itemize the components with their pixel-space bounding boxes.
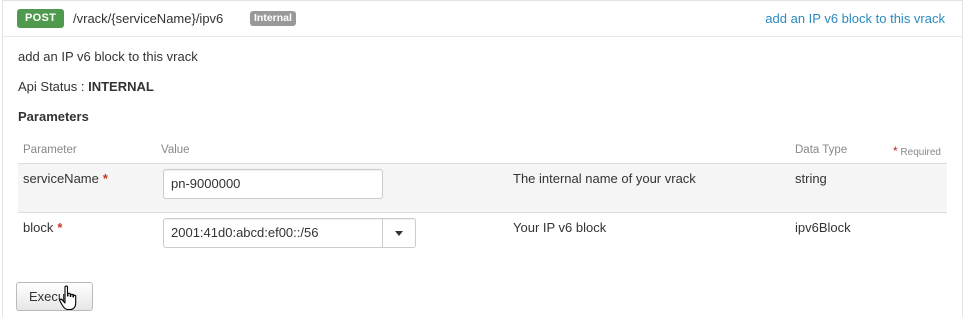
parameter-name-label: serviceName	[23, 171, 99, 186]
parameter-name-label: block	[23, 220, 54, 235]
operation-summary-link[interactable]: add an IP v6 block to this vrack	[765, 10, 945, 27]
parameter-name: block *	[23, 220, 62, 236]
operation-description: add an IP v6 block to this vrack	[18, 49, 198, 64]
parameter-description: The internal name of your vrack	[513, 171, 696, 186]
required-star: *	[57, 220, 63, 235]
required-legend: * Required	[893, 144, 941, 158]
caret-down-icon	[395, 231, 403, 236]
parameters-table-header: Parameter Value Data Type * Required	[18, 139, 947, 164]
http-method-badge: POST	[17, 9, 65, 28]
parameter-data-type: string	[795, 171, 827, 186]
api-operation-panel: POST /vrack/{serviceName}/ipv6 Internal …	[2, 0, 963, 317]
operation-heading[interactable]: POST /vrack/{serviceName}/ipv6 Internal …	[3, 1, 962, 37]
block-select-value: 2001:41d0:abcd:ef00::/56	[171, 225, 319, 240]
parameters-title: Parameters	[18, 109, 89, 124]
endpoint-path[interactable]: /vrack/{serviceName}/ipv6	[73, 10, 223, 27]
parameter-data-type: ipv6Block	[795, 220, 851, 235]
api-status: Api Status : INTERNAL	[18, 78, 154, 95]
required-legend-label: Required	[900, 147, 941, 158]
hand-pointer-icon	[59, 285, 77, 311]
required-star: *	[102, 171, 108, 186]
dropdown-toggle-button[interactable]	[382, 219, 415, 247]
servicename-input[interactable]: pn-9000000	[163, 169, 383, 199]
parameter-name: serviceName *	[23, 171, 108, 187]
parameter-row-servicename: serviceName * pn-9000000 The internal nam…	[18, 164, 947, 213]
api-status-label: Api Status :	[18, 79, 89, 94]
column-value: Value	[161, 144, 190, 156]
block-select[interactable]: 2001:41d0:abcd:ef00::/56	[163, 218, 416, 248]
execute-button[interactable]: Execute	[16, 282, 93, 311]
api-status-value: INTERNAL	[88, 79, 154, 94]
parameter-row-block: block * 2001:41d0:abcd:ef00::/56 Your IP …	[18, 213, 947, 258]
status-badge: Internal	[250, 11, 296, 26]
column-data-type: Data Type	[795, 144, 848, 156]
parameter-description: Your IP v6 block	[513, 220, 607, 235]
column-parameter: Parameter	[23, 144, 77, 156]
required-legend-star: *	[892, 144, 898, 158]
